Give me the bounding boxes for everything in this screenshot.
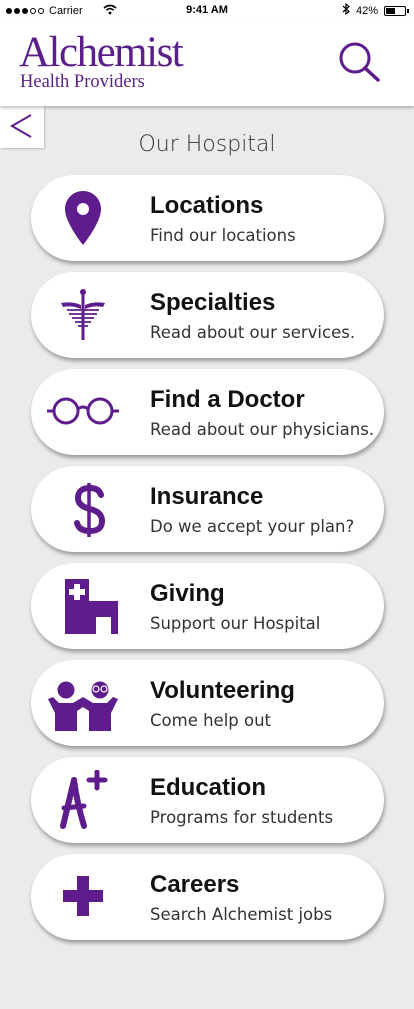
menu-item-subtitle: Find our locations xyxy=(150,226,296,245)
volunteers-icon xyxy=(48,681,118,731)
menu-item-title: Education xyxy=(150,774,267,801)
menu-item-title: Insurance xyxy=(150,483,264,510)
status-right: 42% xyxy=(342,2,409,18)
menu-item-title: Volunteering xyxy=(150,677,295,704)
menu-item-subtitle: Support our Hospital xyxy=(150,614,321,633)
medical-cross-icon xyxy=(63,876,103,916)
menu-item-title: Find a Doctor xyxy=(150,386,305,413)
menu-item-giving[interactable]: Giving Support our Hospital xyxy=(31,563,384,649)
status-bar: Carrier 9:41 AM 42% xyxy=(0,0,414,22)
menu-item-subtitle: Programs for students xyxy=(150,808,334,827)
hospital-building-icon xyxy=(65,579,118,634)
a-plus-icon xyxy=(60,770,108,829)
menu-item-subtitle: Search Alchemist jobs xyxy=(150,905,333,924)
menu-item-subtitle: Read about our physicians. xyxy=(150,420,375,439)
menu-list: Locations Find our locations Specialties… xyxy=(31,175,384,951)
dollar-icon xyxy=(74,483,106,537)
battery-percent: 42% xyxy=(355,4,378,17)
menu-item-careers[interactable]: Careers Search Alchemist jobs xyxy=(31,854,384,940)
menu-item-title: Giving xyxy=(150,580,225,607)
glasses-icon xyxy=(47,397,119,425)
caduceus-icon xyxy=(61,289,105,340)
menu-item-locations[interactable]: Locations Find our locations xyxy=(31,175,384,261)
menu-item-find-doctor[interactable]: Find a Doctor Read about our physicians. xyxy=(31,369,384,455)
menu-item-title: Specialties xyxy=(150,289,276,316)
back-button[interactable] xyxy=(0,106,44,148)
search-icon xyxy=(339,42,380,82)
menu-item-subtitle: Read about our services. xyxy=(150,323,356,342)
bluetooth-icon xyxy=(342,2,350,18)
menu-item-insurance[interactable]: Insurance Do we accept your plan? xyxy=(31,466,384,552)
back-chevron-icon xyxy=(10,114,32,138)
logo-subtitle: Health Providers xyxy=(20,72,145,92)
page-title: Our Hospital xyxy=(138,132,276,157)
menu-item-education[interactable]: Education Programs for students xyxy=(31,757,384,843)
menu-item-specialties[interactable]: Specialties Read about our services. xyxy=(31,272,384,358)
search-button[interactable] xyxy=(336,40,382,86)
menu-item-subtitle: Do we accept your plan? xyxy=(150,517,355,536)
app-header: Alchemist Health Providers xyxy=(0,22,414,106)
menu-item-subtitle: Come help out xyxy=(150,711,272,730)
location-pin-icon xyxy=(65,191,101,245)
battery-icon xyxy=(384,5,409,16)
menu-item-title: Locations xyxy=(150,192,264,219)
logo-title: Alchemist xyxy=(19,29,184,76)
menu-item-volunteering[interactable]: Volunteering Come help out xyxy=(31,660,384,746)
menu-item-title: Careers xyxy=(150,871,240,898)
